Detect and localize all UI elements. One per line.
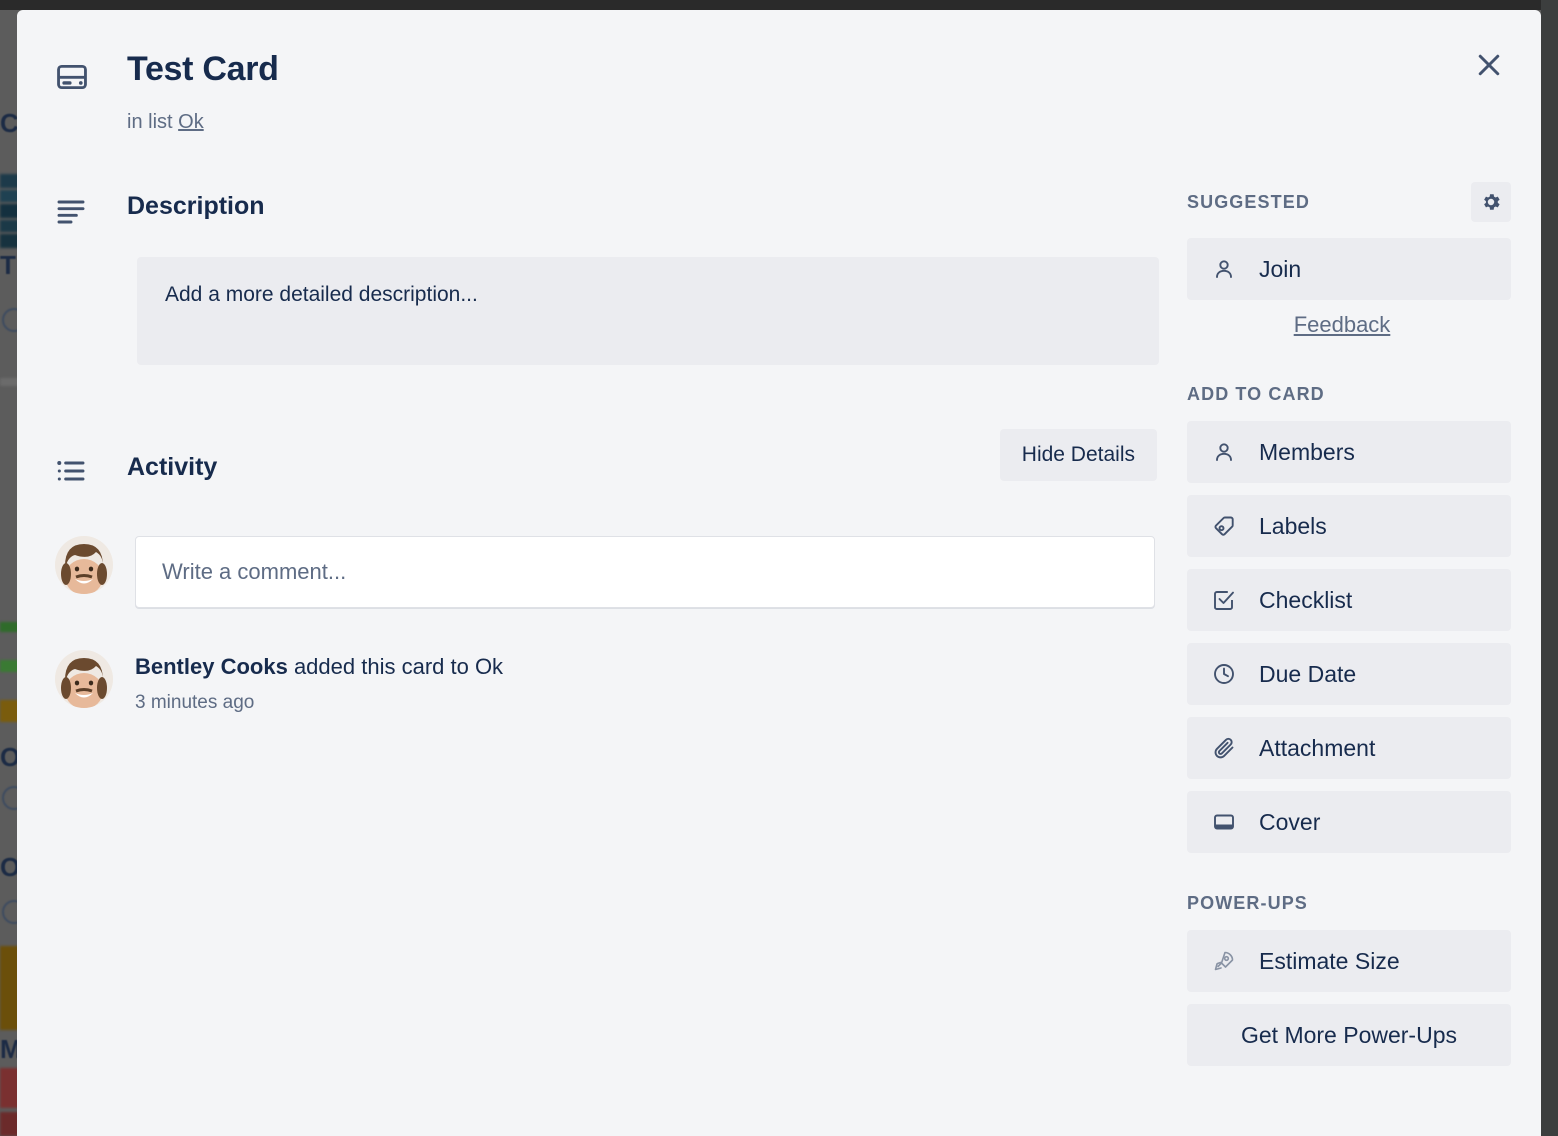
sidebar-item-cover[interactable]: Cover — [1187, 791, 1511, 853]
description-section: Description Add a more detailed descript… — [55, 182, 1159, 365]
sidebar-item-label: Attachment — [1259, 734, 1376, 761]
card-body: Description Add a more detailed descript… — [17, 134, 1541, 1106]
sidebar-item-label: Due Date — [1259, 660, 1357, 687]
card-header: Test Card in list Ok — [17, 10, 1541, 134]
activity-list-item: Bentley Cooks added this card to Ok 3 mi… — [55, 650, 1157, 714]
get-more-power-ups-button[interactable]: Get More Power-Ups — [1187, 1004, 1511, 1066]
power-ups-heading: POWER-UPS — [1187, 893, 1511, 914]
sidebar: SUGGESTED Join Feedback ADD TO CARD Memb… — [1157, 182, 1541, 1106]
paperclip-icon — [1209, 736, 1239, 760]
sidebar-item-label: Members — [1259, 438, 1355, 465]
in-list-label: in list — [127, 111, 173, 133]
avatar[interactable] — [55, 650, 113, 708]
add-to-card-heading-label: ADD TO CARD — [1187, 384, 1325, 404]
sidebar-item-checklist[interactable]: Checklist — [1187, 569, 1511, 631]
tag-icon — [1209, 514, 1239, 538]
card-detail-modal: Test Card in list Ok Description Add a m… — [17, 10, 1541, 1136]
feedback-row: Feedback — [1187, 312, 1511, 338]
avatar[interactable] — [55, 536, 113, 594]
sidebar-item-label: Labels — [1259, 512, 1327, 539]
power-ups-group: POWER-UPS Estimate Size Get More Power-U… — [1187, 893, 1511, 1066]
activity-header: Activity Hide Details — [55, 429, 1157, 492]
cover-icon — [1209, 810, 1239, 834]
power-ups-heading-label: POWER-UPS — [1187, 893, 1308, 913]
sidebar-item-label: Checklist — [1259, 586, 1353, 613]
main-column: Description Add a more detailed descript… — [17, 182, 1159, 1106]
suggested-heading: SUGGESTED — [1187, 182, 1511, 222]
description-lines-icon — [55, 182, 99, 231]
activity-title: Activity — [127, 453, 218, 481]
activity-message: Bentley Cooks added this card to Ok — [135, 652, 503, 682]
sidebar-item-labels[interactable]: Labels — [1187, 495, 1511, 557]
activity-member-name[interactable]: Bentley Cooks — [135, 654, 288, 679]
person-icon — [1209, 257, 1239, 281]
feedback-link[interactable]: Feedback — [1294, 312, 1391, 337]
card-subtitle: in list Ok — [55, 111, 1541, 134]
sidebar-item-members[interactable]: Members — [1187, 421, 1511, 483]
card-icon — [55, 48, 99, 99]
add-to-card-group: ADD TO CARD Members Labels Checklist Due… — [1187, 384, 1511, 853]
person-icon — [1209, 440, 1239, 464]
top-strip — [0, 0, 1558, 10]
activity-timestamp: 3 minutes ago — [135, 692, 255, 713]
comment-row — [55, 536, 1157, 608]
description-placeholder-box[interactable]: Add a more detailed description... — [137, 257, 1159, 365]
gear-icon[interactable] — [1471, 182, 1511, 222]
backdrop-letter: T — [0, 250, 16, 280]
suggested-group: SUGGESTED Join Feedback — [1187, 182, 1511, 338]
sidebar-item-join[interactable]: Join — [1187, 238, 1511, 300]
clock-icon — [1209, 662, 1239, 686]
description-header: Description — [55, 182, 1157, 231]
sidebar-item-due-date[interactable]: Due Date — [1187, 643, 1511, 705]
rocket-icon — [1209, 949, 1239, 973]
comment-input[interactable] — [135, 536, 1155, 608]
activity-section: Activity Hide Details Write a comment...… — [55, 429, 1157, 714]
page-title: Test Card — [127, 50, 279, 88]
description-title: Description — [127, 192, 265, 220]
sidebar-item-label: Estimate Size — [1259, 947, 1400, 974]
activity-action: added this card to Ok — [287, 654, 504, 679]
list-name-link[interactable]: Ok — [178, 111, 204, 133]
sidebar-item-attachment[interactable]: Attachment — [1187, 717, 1511, 779]
sidebar-item-label: Join — [1259, 255, 1302, 282]
suggested-heading-label: SUGGESTED — [1187, 191, 1310, 212]
checkbox-icon — [1209, 588, 1239, 612]
activity-list-icon — [55, 443, 99, 492]
sidebar-item-estimate-size[interactable]: Estimate Size — [1187, 930, 1511, 992]
sidebar-item-label: Cover — [1259, 808, 1321, 835]
hide-details-button[interactable]: Hide Details — [999, 429, 1157, 481]
right-strip — [1541, 0, 1558, 1136]
add-to-card-heading: ADD TO CARD — [1187, 384, 1511, 405]
backdrop-letter: C — [0, 108, 19, 138]
activity-text: Bentley Cooks added this card to Ok 3 mi… — [135, 650, 503, 714]
